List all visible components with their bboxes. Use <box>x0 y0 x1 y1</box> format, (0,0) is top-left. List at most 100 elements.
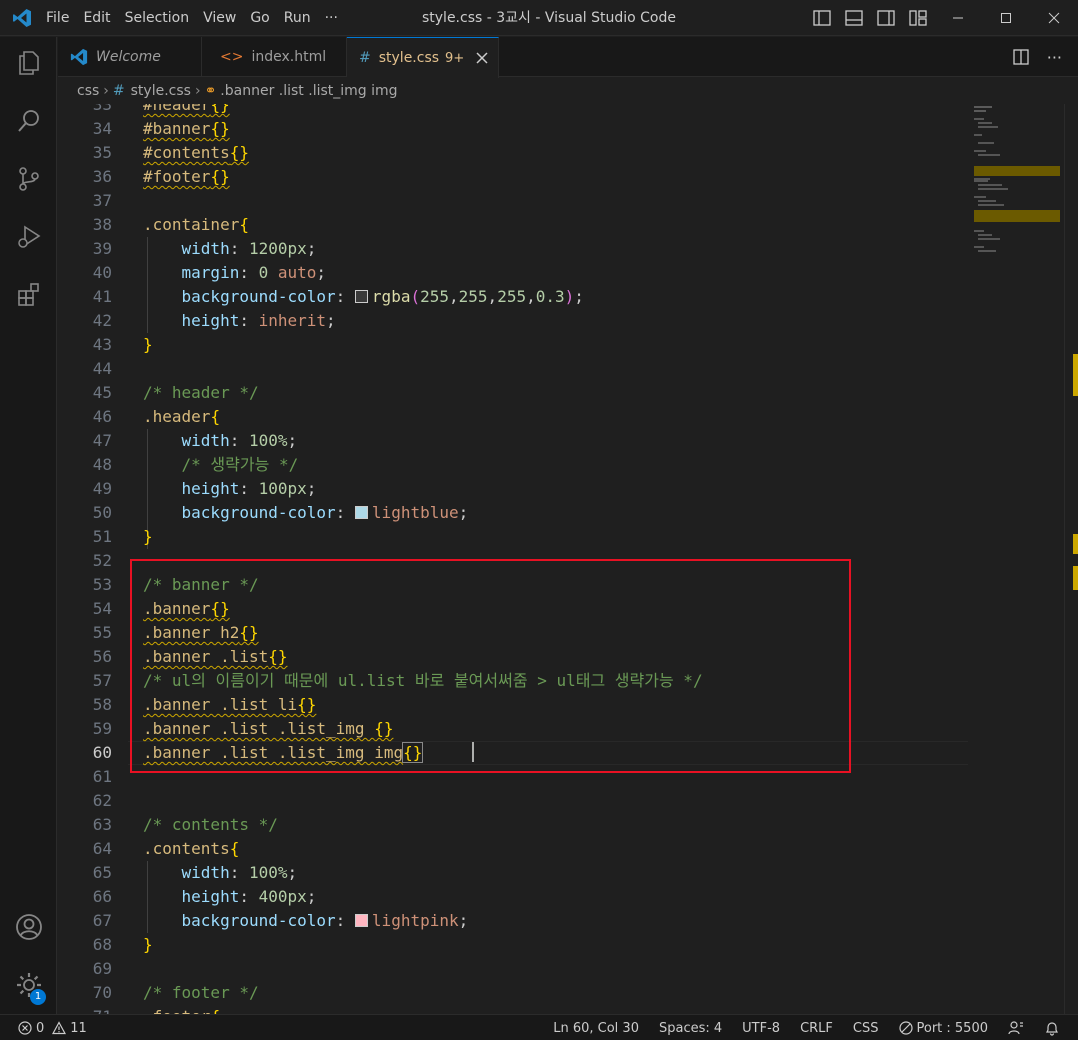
line-number: 67 <box>92 911 112 930</box>
menu-run[interactable]: Run <box>278 10 317 26</box>
code-line: 70/* footer */ <box>58 981 968 1005</box>
menu-file[interactable]: File <box>40 10 75 26</box>
line-number: 53 <box>92 575 112 594</box>
more-actions-icon[interactable]: ··· <box>1047 48 1062 67</box>
code-line: 45/* header */ <box>58 381 968 405</box>
activity-bar: 1 <box>0 37 57 1014</box>
line-number: 56 <box>92 647 112 666</box>
tab-welcome[interactable]: Welcome <box>58 37 202 77</box>
code-line: 40 margin: 0 auto; <box>58 261 968 285</box>
problems-status[interactable]: 0 11 <box>18 1015 91 1040</box>
chevron-right-icon: › <box>103 83 109 99</box>
status-right: Ln 60, Col 30 Spaces: 4 UTF-8 CRLF CSS P… <box>533 1015 1060 1040</box>
line-number: 62 <box>92 791 112 810</box>
line-number: 36 <box>92 167 112 186</box>
extensions-icon[interactable] <box>0 271 57 319</box>
source-control-icon[interactable] <box>0 155 57 203</box>
problems-count-badge: 9+ <box>445 50 465 66</box>
line-number: 47 <box>92 431 112 450</box>
close-window-icon[interactable] <box>1030 0 1078 36</box>
color-swatch-lightpink[interactable] <box>354 914 368 927</box>
code-editor[interactable]: 33 #header{} 34 #banner{} 35 #contents{} 36… <box>58 104 1078 1014</box>
breadcrumb-folder[interactable]: css <box>77 83 99 99</box>
close-tab-icon[interactable] <box>476 52 488 64</box>
code-line: 65 width: 100%; <box>58 861 968 885</box>
code-line: 61 <box>58 765 968 789</box>
menu-edit[interactable]: Edit <box>77 10 116 26</box>
minimize-icon[interactable] <box>934 0 982 36</box>
customize-layout-icon[interactable] <box>906 6 930 30</box>
vscode-logo-icon <box>13 9 31 27</box>
error-icon <box>18 1021 32 1035</box>
line-number: 63 <box>92 815 112 834</box>
code-line: 44 <box>58 357 968 381</box>
editor-actions: ··· <box>1003 37 1070 77</box>
error-count: 0 <box>36 1020 45 1036</box>
account-icon[interactable] <box>0 903 57 951</box>
tab-index-html[interactable]: <> index.html <box>202 37 347 77</box>
encoding[interactable]: UTF-8 <box>742 1021 780 1036</box>
search-icon[interactable] <box>0 97 57 145</box>
settings-gear-icon[interactable]: 1 <box>0 961 57 1009</box>
indentation[interactable]: Spaces: 4 <box>659 1021 722 1036</box>
code-line: 34 #banner{} <box>58 117 968 141</box>
code-line: 69 <box>58 957 968 981</box>
html-icon: <> <box>220 49 244 65</box>
scrollbar-warning-marker <box>1073 354 1078 396</box>
notifications-bell-icon[interactable] <box>1044 1020 1060 1036</box>
line-number: 65 <box>92 863 112 882</box>
tab-style-css[interactable]: # style.css 9+ <box>347 37 499 78</box>
toggle-primary-sidebar-icon[interactable] <box>810 6 834 30</box>
code-line: 47 width: 100%; <box>58 429 968 453</box>
line-number: 52 <box>92 551 112 570</box>
cursor-position[interactable]: Ln 60, Col 30 <box>553 1021 639 1036</box>
toggle-secondary-sidebar-icon[interactable] <box>874 6 898 30</box>
code-line: 54 .banner{} <box>58 597 968 621</box>
line-number: 37 <box>92 191 112 210</box>
code-line-current: 60 .banner .list .list_img img{} <box>58 741 968 765</box>
run-debug-icon[interactable] <box>0 213 57 261</box>
code-line: 53/* banner */ <box>58 573 968 597</box>
end-of-line[interactable]: CRLF <box>800 1021 833 1036</box>
scrollbar-warning-marker <box>1073 566 1078 590</box>
color-swatch-rgba[interactable] <box>354 290 368 303</box>
line-number: 61 <box>92 767 112 786</box>
vscode-logo-icon <box>70 48 88 66</box>
menu-view[interactable]: View <box>197 10 242 26</box>
vertical-scrollbar[interactable] <box>1064 104 1078 1014</box>
code-line: 64 .contents{ <box>58 837 968 861</box>
code-line: 39 width: 1200px; <box>58 237 968 261</box>
breadcrumb-file[interactable]: style.css <box>131 83 191 99</box>
code-line: 71.footer{ <box>58 1005 968 1014</box>
language-mode[interactable]: CSS <box>853 1021 879 1036</box>
maximize-icon[interactable] <box>982 0 1030 36</box>
line-number: 40 <box>92 263 112 282</box>
code-line: 43} <box>58 333 968 357</box>
tab-bar: Welcome <> index.html # style.css 9+ ··· <box>58 37 1078 78</box>
title-actions <box>806 0 1078 36</box>
menu-selection[interactable]: Selection <box>119 10 196 26</box>
menu-go[interactable]: Go <box>244 10 275 26</box>
no-entry-icon <box>898 1021 913 1035</box>
live-server-port[interactable]: Port : 5500 <box>898 1021 988 1036</box>
code-line: 48 /* 생략가능 */ <box>58 453 968 477</box>
breadcrumb-symbol[interactable]: .banner .list .list_img img <box>220 83 397 99</box>
color-swatch-lightblue[interactable] <box>354 506 368 519</box>
tab-label: index.html <box>251 49 327 65</box>
split-editor-icon[interactable] <box>1013 49 1029 65</box>
line-number: 48 <box>92 455 112 474</box>
line-number: 43 <box>92 335 112 354</box>
code-line: 63/* contents */ <box>58 813 968 837</box>
explorer-icon[interactable] <box>0 39 57 87</box>
code-line: 52 <box>58 549 968 573</box>
menu-more[interactable]: ··· <box>319 10 344 26</box>
code-line: 33 #header{} <box>58 104 968 117</box>
line-number: 44 <box>92 359 112 378</box>
code-line: 51} <box>58 525 968 549</box>
line-number: 35 <box>92 143 112 162</box>
code-line: 49 height: 100px; <box>58 477 968 501</box>
accounts-feedback-icon[interactable] <box>1008 1020 1024 1036</box>
title-bar: File Edit Selection View Go Run ··· styl… <box>0 0 1078 36</box>
toggle-panel-icon[interactable] <box>842 6 866 30</box>
minimap[interactable] <box>972 104 1062 1014</box>
